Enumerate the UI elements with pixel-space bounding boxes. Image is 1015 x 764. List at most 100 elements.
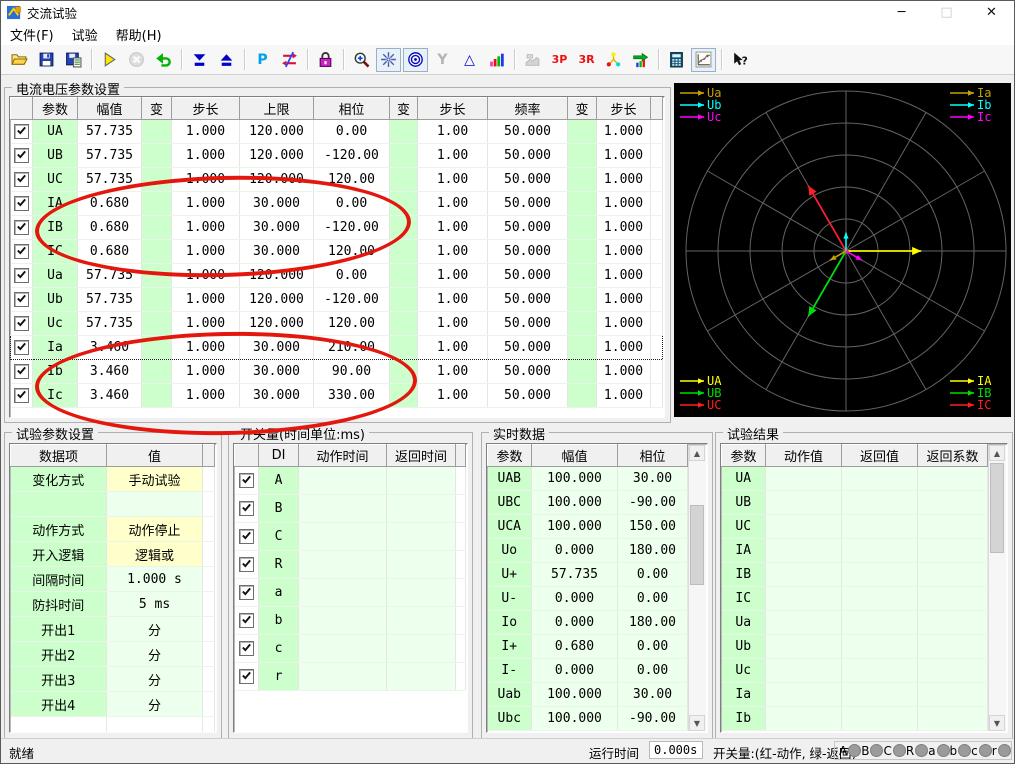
cell-phase[interactable]: 330.00 [314,384,390,408]
cell-phase[interactable]: 0.00 [314,192,390,216]
cell-amplitude[interactable]: 57.735 [78,168,142,192]
run-button[interactable] [97,48,122,72]
cell-frequency[interactable]: 50.000 [488,312,568,336]
cell-freq-step[interactable]: 1.000 [597,288,651,312]
cell-amp-step[interactable]: 1.000 [172,168,240,192]
cell-freq-vary[interactable] [568,360,597,384]
row-checkbox[interactable] [14,364,29,379]
cell-frequency[interactable]: 50.000 [488,192,568,216]
cell-frequency[interactable]: 50.000 [488,144,568,168]
cell-phase-vary[interactable] [390,216,418,240]
cell-amp-vary[interactable] [142,144,172,168]
cell-phase[interactable]: 0.00 [314,120,390,144]
maximize-button[interactable]: □ [924,1,969,23]
y-view-button[interactable]: Y [430,48,455,72]
cell-phase-step[interactable]: 1.00 [418,384,488,408]
open-button[interactable] [7,48,32,72]
cell-freq-step[interactable]: 1.000 [597,168,651,192]
cell-phase-step[interactable]: 1.00 [418,288,488,312]
cell-amp-step[interactable]: 1.000 [172,264,240,288]
cell-amp-vary[interactable] [142,288,172,312]
cell-frequency[interactable]: 50.000 [488,360,568,384]
stop-button[interactable] [124,48,149,72]
cell-frequency[interactable]: 50.000 [488,384,568,408]
cell-amplitude[interactable]: 57.735 [78,120,142,144]
cell-amplitude[interactable]: 57.735 [78,288,142,312]
step-up-button[interactable] [214,48,239,72]
cell-phase[interactable]: 120.00 [314,312,390,336]
param-value[interactable]: 手动试验 [107,467,203,492]
cell-amp-step[interactable]: 1.000 [172,144,240,168]
row-checkbox[interactable] [14,124,29,139]
p-setting-button[interactable]: P [250,48,275,72]
cell-upper-limit[interactable]: 30.000 [240,360,314,384]
cell-freq-step[interactable]: 1.000 [597,120,651,144]
row-checkbox[interactable] [14,196,29,211]
cell-frequency[interactable]: 50.000 [488,240,568,264]
star-view-button[interactable] [376,48,401,72]
cell-upper-limit[interactable]: 120.000 [240,144,314,168]
rings-view-button[interactable] [403,48,428,72]
cell-amp-step[interactable]: 1.000 [172,336,240,360]
close-button[interactable]: ✕ [969,1,1014,23]
row-checkbox[interactable] [14,388,29,403]
row-checkbox[interactable] [14,148,29,163]
cell-amp-vary[interactable] [142,216,172,240]
cell-freq-step[interactable]: 1.000 [597,384,651,408]
cell-amplitude[interactable]: 3.460 [78,336,142,360]
cell-amplitude[interactable]: 57.735 [78,144,142,168]
cell-phase-vary[interactable] [390,336,418,360]
cell-phase-vary[interactable] [390,264,418,288]
cell-amp-vary[interactable] [142,360,172,384]
cell-upper-limit[interactable]: 120.000 [240,312,314,336]
row-checkbox[interactable] [14,316,29,331]
step-down-button[interactable] [187,48,212,72]
cell-amplitude[interactable]: 0.680 [78,192,142,216]
cell-phase-vary[interactable] [390,240,418,264]
scroll-up-icon[interactable]: ▲ [989,445,1005,461]
row-checkbox[interactable] [14,244,29,259]
param-value[interactable]: 分 [107,642,203,667]
param-value[interactable]: 动作停止 [107,517,203,542]
cell-phase[interactable]: -120.00 [314,216,390,240]
undo-button[interactable] [151,48,176,72]
cell-phase-step[interactable]: 1.00 [418,168,488,192]
cell-amplitude[interactable]: 3.460 [78,384,142,408]
cell-upper-limit[interactable]: 120.000 [240,168,314,192]
bars-view-button[interactable] [484,48,509,72]
cell-phase-vary[interactable] [390,192,418,216]
results-scrollbar[interactable]: ▲ ▼ [988,445,1006,731]
cell-frequency[interactable]: 50.000 [488,336,568,360]
row-checkbox[interactable] [14,172,29,187]
cell-phase[interactable]: 120.00 [314,168,390,192]
cell-upper-limit[interactable]: 30.000 [240,240,314,264]
cell-amp-vary[interactable] [142,120,172,144]
cell-amp-vary[interactable] [142,336,172,360]
cell-freq-vary[interactable] [568,240,597,264]
cell-frequency[interactable]: 50.000 [488,216,568,240]
cell-amp-step[interactable]: 1.000 [172,312,240,336]
cell-amplitude[interactable]: 57.735 [78,312,142,336]
three-phase-p-button[interactable]: 3P [547,48,572,72]
scroll-up-icon[interactable]: ▲ [689,445,705,461]
cell-amp-step[interactable]: 1.000 [172,384,240,408]
cell-amp-vary[interactable] [142,312,172,336]
cell-amp-step[interactable]: 1.000 [172,240,240,264]
cell-upper-limit[interactable]: 30.000 [240,216,314,240]
cell-amp-step[interactable]: 1.000 [172,120,240,144]
row-checkbox[interactable] [239,641,254,656]
cell-phase[interactable]: 90.00 [314,360,390,384]
cell-amplitude[interactable]: 57.735 [78,264,142,288]
cell-freq-step[interactable]: 1.000 [597,336,651,360]
cell-phase-step[interactable]: 1.00 [418,240,488,264]
save-report-button[interactable] [61,48,86,72]
row-checkbox[interactable] [239,613,254,628]
cell-phase[interactable]: 210.00 [314,336,390,360]
cell-amp-step[interactable]: 1.000 [172,360,240,384]
cell-upper-limit[interactable]: 120.000 [240,288,314,312]
cell-upper-limit[interactable]: 30.000 [240,384,314,408]
help-button[interactable]: ? [727,48,752,72]
param-value[interactable]: 5 ms [107,592,203,617]
cell-upper-limit[interactable]: 30.000 [240,336,314,360]
cell-phase-step[interactable]: 1.00 [418,264,488,288]
